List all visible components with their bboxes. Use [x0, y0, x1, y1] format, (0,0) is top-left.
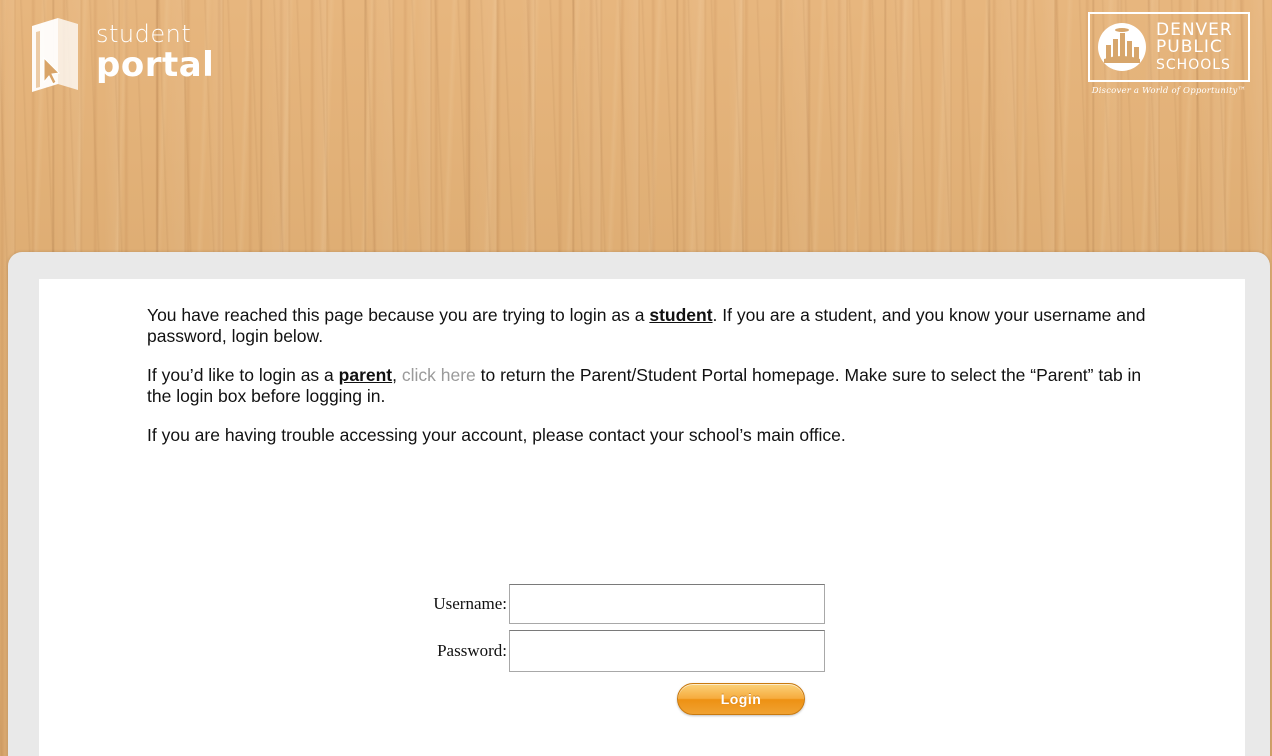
message-paragraph-parent: If you’d like to login as a parent, clic…: [147, 365, 1147, 407]
book-cursor-icon: [32, 18, 78, 92]
login-button[interactable]: Login: [677, 683, 805, 715]
password-input[interactable]: [509, 630, 825, 672]
page: student portal DENVER PUBLIC SCHOOLS Dis…: [0, 0, 1272, 756]
district-logo-box: DENVER PUBLIC SCHOOLS: [1088, 12, 1250, 82]
logo-word-student: student: [96, 20, 192, 48]
district-tagline: Discover a World of Opportunity™: [1091, 86, 1247, 96]
username-label: Username:: [433, 594, 507, 613]
password-label: Password:: [437, 641, 507, 660]
logo-word-portal: portal: [96, 45, 215, 85]
district-name-line3: SCHOOLS: [1156, 57, 1231, 73]
city-skyline-seal-icon: [1098, 23, 1146, 71]
message-paragraph-student: You have reached this page because you a…: [147, 305, 1147, 347]
district-logo[interactable]: DENVER PUBLIC SCHOOLS Discover a World o…: [1074, 12, 1264, 96]
student-portal-logo[interactable]: student portal: [28, 18, 214, 96]
message-text: ,: [392, 365, 402, 385]
password-row: Password:: [387, 630, 825, 672]
info-message: You have reached this page because you a…: [147, 305, 1147, 464]
message-text: If you’d like to login as a: [147, 365, 339, 385]
message-text: You have reached this page because you a…: [147, 305, 650, 325]
content-card: You have reached this page because you a…: [39, 279, 1245, 756]
message-paragraph-help: If you are having trouble accessing your…: [147, 425, 846, 445]
parent-portal-link[interactable]: click here: [402, 365, 476, 385]
parent-emphasis: parent: [338, 365, 393, 385]
student-emphasis: student: [649, 305, 713, 325]
district-name-line2: PUBLIC: [1156, 37, 1223, 57]
username-row: Username:: [387, 584, 825, 624]
username-input[interactable]: [509, 584, 825, 624]
